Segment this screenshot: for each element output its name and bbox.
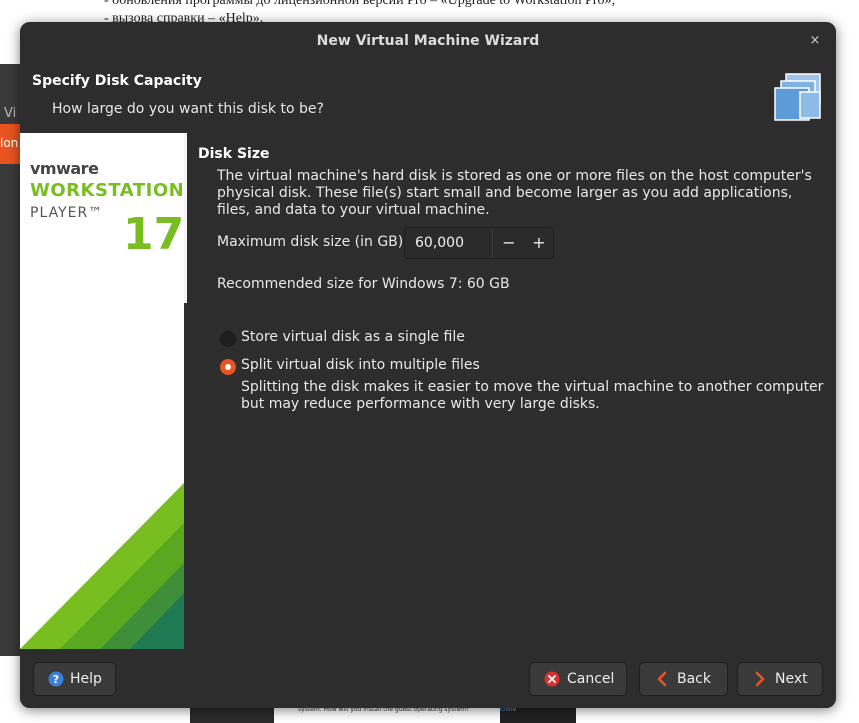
- window-title: New Virtual Machine Wizard: [316, 33, 540, 49]
- back-label: Back: [677, 671, 711, 687]
- wizard-header: Specify Disk Capacity How large do you w…: [20, 62, 836, 132]
- new-vm-wizard-dialog: New Virtual Machine Wizard × Specify Dis…: [20, 22, 836, 708]
- help-button[interactable]: ? Help: [33, 662, 116, 696]
- chevron-right-icon: [755, 671, 765, 687]
- background-snippet: system. How will you install the guest o…: [274, 706, 686, 723]
- section-title: Disk Size: [198, 146, 270, 162]
- disk-size-panel: Disk Size The virtual machine's hard dis…: [198, 133, 828, 649]
- background-app-panel: Vi lon: [0, 64, 22, 656]
- chevron-left-icon: [657, 671, 667, 687]
- help-label: Help: [70, 671, 102, 687]
- background-text-line: - обновления программы до лицензионной в…: [104, 0, 616, 8]
- next-button[interactable]: Next: [737, 662, 823, 696]
- step-title: Specify Disk Capacity: [32, 73, 202, 89]
- radio-button-multiple-files[interactable]: [220, 359, 236, 375]
- wizard-sidebar-branding: vmware WORKSTATION PLAYER™ 17: [20, 133, 184, 649]
- single-file-label[interactable]: Store virtual disk as a single file: [241, 329, 465, 345]
- max-disk-size-row: Maximum disk size (in GB): 60,000 − +: [217, 227, 557, 259]
- step-subtitle: How large do you want this disk to be?: [52, 101, 324, 117]
- cancel-icon: [544, 671, 560, 687]
- max-disk-size-input[interactable]: 60,000: [415, 235, 464, 251]
- wizard-footer: ? Help Cancel Back Next: [20, 649, 836, 708]
- multiple-files-label[interactable]: Split virtual disk into multiple files: [241, 357, 480, 373]
- vmware-logo: vmware: [30, 159, 99, 178]
- split-files-description: Splitting the disk makes it easier to mo…: [241, 379, 824, 412]
- background-panel-text: Vi: [4, 106, 17, 121]
- help-icon: ?: [48, 671, 64, 687]
- decorative-triangles: [20, 483, 184, 649]
- max-disk-size-label: Maximum disk size (in GB):: [217, 234, 408, 250]
- product-edition: PLAYER™: [30, 205, 104, 221]
- cancel-label: Cancel: [567, 671, 615, 687]
- back-button[interactable]: Back: [639, 662, 728, 696]
- recommended-size-text: Recommended size for Windows 7: 60 GB: [217, 276, 510, 292]
- increment-button[interactable]: +: [524, 228, 554, 258]
- product-name: WORKSTATION: [30, 180, 184, 201]
- close-icon[interactable]: ×: [806, 32, 824, 50]
- max-disk-size-stepper[interactable]: 60,000 − +: [404, 227, 554, 259]
- background-snippet-right: chine: [500, 706, 576, 723]
- svg-text:?: ?: [53, 673, 59, 686]
- product-version: 17: [123, 209, 184, 260]
- sidebar-edge: [184, 133, 187, 303]
- disk-stack-icon: [774, 73, 821, 121]
- radio-button-single-file[interactable]: [220, 331, 236, 347]
- background-window-bottom: system. How will you install the guest o…: [190, 706, 686, 723]
- next-label: Next: [775, 671, 808, 687]
- decrement-button[interactable]: −: [492, 228, 525, 258]
- disk-size-description: The virtual machine's hard disk is store…: [217, 168, 812, 218]
- cancel-button[interactable]: Cancel: [529, 662, 627, 696]
- background-orange-button: lon: [0, 124, 22, 164]
- title-bar[interactable]: New Virtual Machine Wizard ×: [20, 22, 836, 62]
